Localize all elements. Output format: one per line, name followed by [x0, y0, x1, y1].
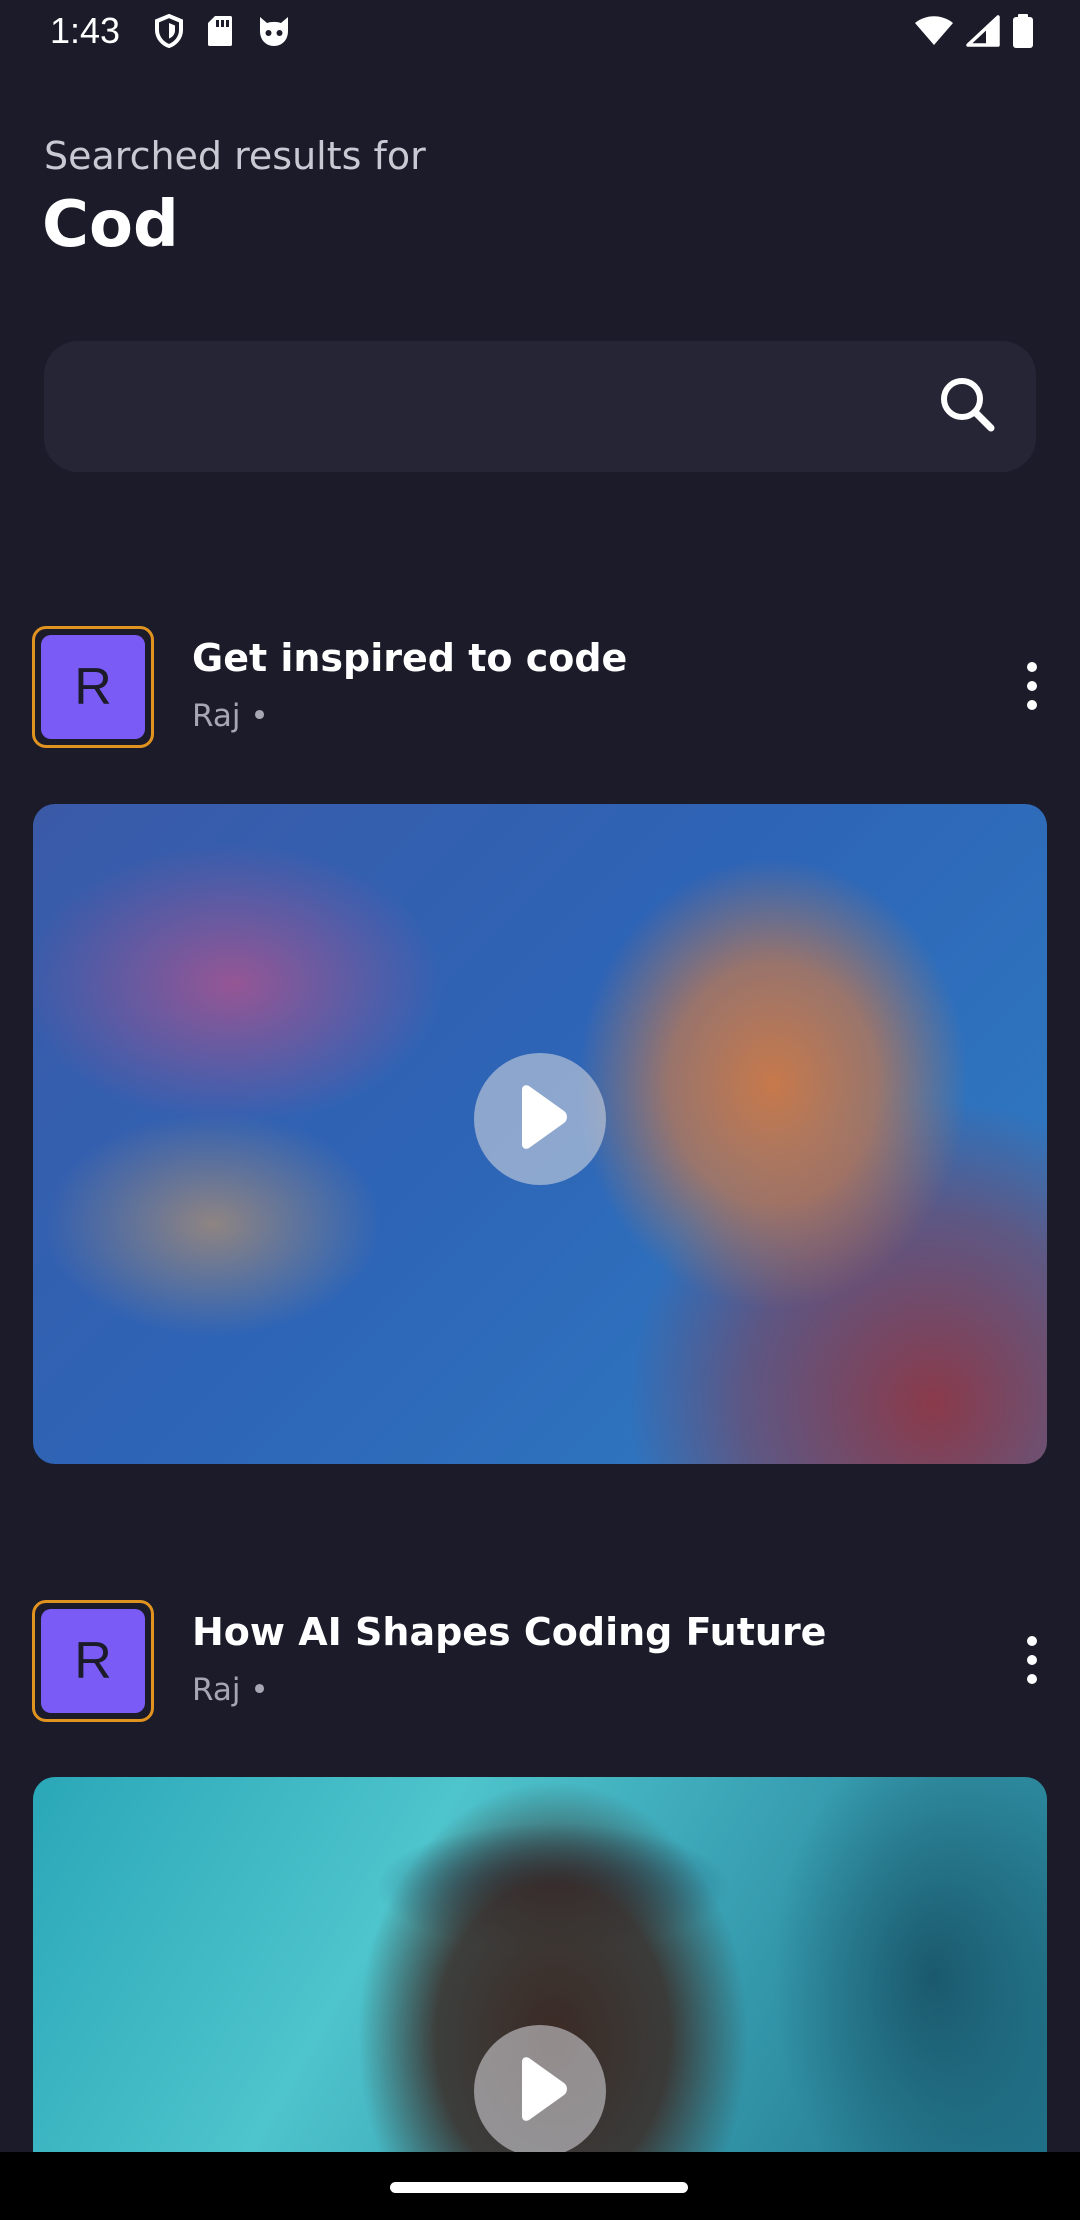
video-thumbnail[interactable]: [33, 804, 1047, 1464]
video-thumbnail[interactable]: [33, 1777, 1047, 2153]
play-button[interactable]: [474, 2025, 606, 2153]
post-author-meta: Raj •: [192, 1672, 269, 1708]
results-subtitle: Searched results for: [44, 134, 426, 178]
avatar-letter: R: [41, 1609, 145, 1713]
more-options-button[interactable]: [1014, 1630, 1050, 1690]
play-icon: [508, 1082, 572, 1156]
search-icon: [937, 374, 997, 438]
search-button[interactable]: [934, 373, 1000, 439]
post-title[interactable]: How AI Shapes Coding Future: [192, 1610, 826, 1654]
search-input[interactable]: [84, 341, 928, 474]
play-button[interactable]: [474, 1053, 606, 1185]
cell-signal-icon: [966, 15, 1000, 47]
search-results-screen: 1:43 Searched results for Cod R Get insp…: [0, 0, 1080, 2220]
sd-card-icon: [206, 14, 234, 48]
status-time: 1:43: [50, 10, 121, 51]
cat-face-icon: [256, 14, 292, 48]
post-title[interactable]: Get inspired to code: [192, 636, 627, 680]
shield-icon: [154, 14, 184, 48]
system-nav-bar: [0, 2152, 1080, 2220]
more-options-button[interactable]: [1014, 656, 1050, 716]
more-vert-icon: [1027, 1636, 1037, 1646]
avatar-letter: R: [41, 635, 145, 739]
author-avatar[interactable]: R: [32, 1600, 154, 1722]
status-bar: 1:43: [0, 0, 1080, 64]
status-right-icons: [914, 14, 1034, 48]
search-bar: [44, 341, 1036, 474]
play-icon: [508, 2054, 572, 2128]
wifi-icon: [914, 15, 954, 47]
status-left-icons: [154, 14, 292, 48]
more-vert-icon: [1027, 662, 1037, 672]
home-indicator[interactable]: [390, 2182, 688, 2193]
post-author-meta: Raj •: [192, 698, 269, 734]
search-query-title: Cod: [42, 188, 179, 262]
author-avatar[interactable]: R: [32, 626, 154, 748]
battery-icon: [1012, 14, 1034, 48]
